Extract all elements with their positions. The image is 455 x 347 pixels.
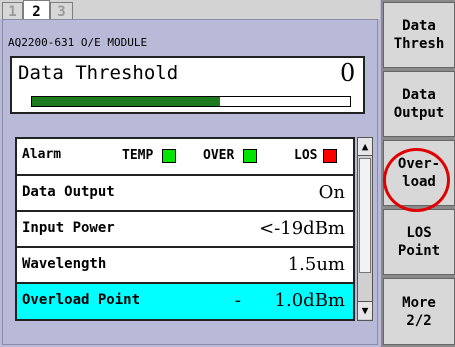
list-scrollbar[interactable]: ▲ ▼ (357, 137, 373, 321)
alarm-los: LOS (294, 148, 337, 163)
tab-1[interactable]: 1 (2, 2, 23, 20)
scroll-thumb[interactable] (359, 158, 371, 273)
threshold-bar-fill (32, 97, 220, 106)
softkey-data-output[interactable]: Data Output (383, 71, 455, 137)
input-power-value: <-19dBm (259, 218, 345, 239)
scroll-up-icon[interactable]: ▲ (358, 138, 372, 156)
data-output-value: On (318, 182, 345, 203)
softkey-label: Data (402, 87, 436, 103)
threshold-bar (31, 96, 351, 107)
alarm-label: Alarm (22, 147, 62, 162)
alarm-over: OVER (203, 148, 257, 163)
alarm-temp: TEMP (122, 148, 176, 163)
overload-point-sign: - (234, 290, 241, 311)
softkey-label: 2/2 (406, 312, 432, 329)
los-indicator-icon (323, 149, 337, 163)
scroll-down-icon[interactable]: ▼ (358, 301, 372, 319)
alarm-row: Alarm TEMP OVER LOS (17, 139, 353, 174)
list-item-wavelength[interactable]: Wavelength 1.5um (17, 248, 353, 282)
over-indicator-icon (243, 149, 257, 163)
softkey-data-thresh[interactable]: Data Thresh (383, 2, 455, 68)
softkey-los-point[interactable]: LOS Point (383, 209, 455, 275)
tab-3[interactable]: 3 (50, 2, 73, 20)
softkey-label: Output (393, 105, 445, 121)
parameter-list: Alarm TEMP OVER LOS Data Output On Input… (15, 137, 355, 321)
softkey-label: Thresh (393, 36, 445, 52)
list-item-input-power[interactable]: Input Power <-19dBm (17, 212, 353, 246)
overload-point-value: 1.0dBm (274, 290, 345, 311)
data-output-label: Data Output (22, 184, 115, 200)
temp-indicator-icon (162, 149, 176, 163)
wavelength-value: 1.5um (287, 254, 345, 275)
softkey-label: More (402, 294, 436, 311)
threshold-label: Data Threshold (18, 62, 179, 84)
module-title: AQ2200-631 O/E MODULE (8, 36, 148, 49)
list-item-data-output[interactable]: Data Output On (17, 176, 353, 210)
softkey-label: Point (397, 243, 441, 259)
highlight-circle (383, 148, 450, 212)
tab-2[interactable]: 2 (23, 0, 50, 21)
wavelength-label: Wavelength (22, 256, 107, 272)
overload-point-label: Overload Point (22, 292, 141, 308)
softkey-more[interactable]: More 2/2 (383, 278, 455, 345)
softkey-label: Data (402, 18, 436, 34)
softkey-label: LOS (406, 225, 432, 241)
input-power-label: Input Power (22, 220, 115, 236)
list-item-overload-point[interactable]: Overload Point - 1.0dBm (17, 284, 353, 319)
